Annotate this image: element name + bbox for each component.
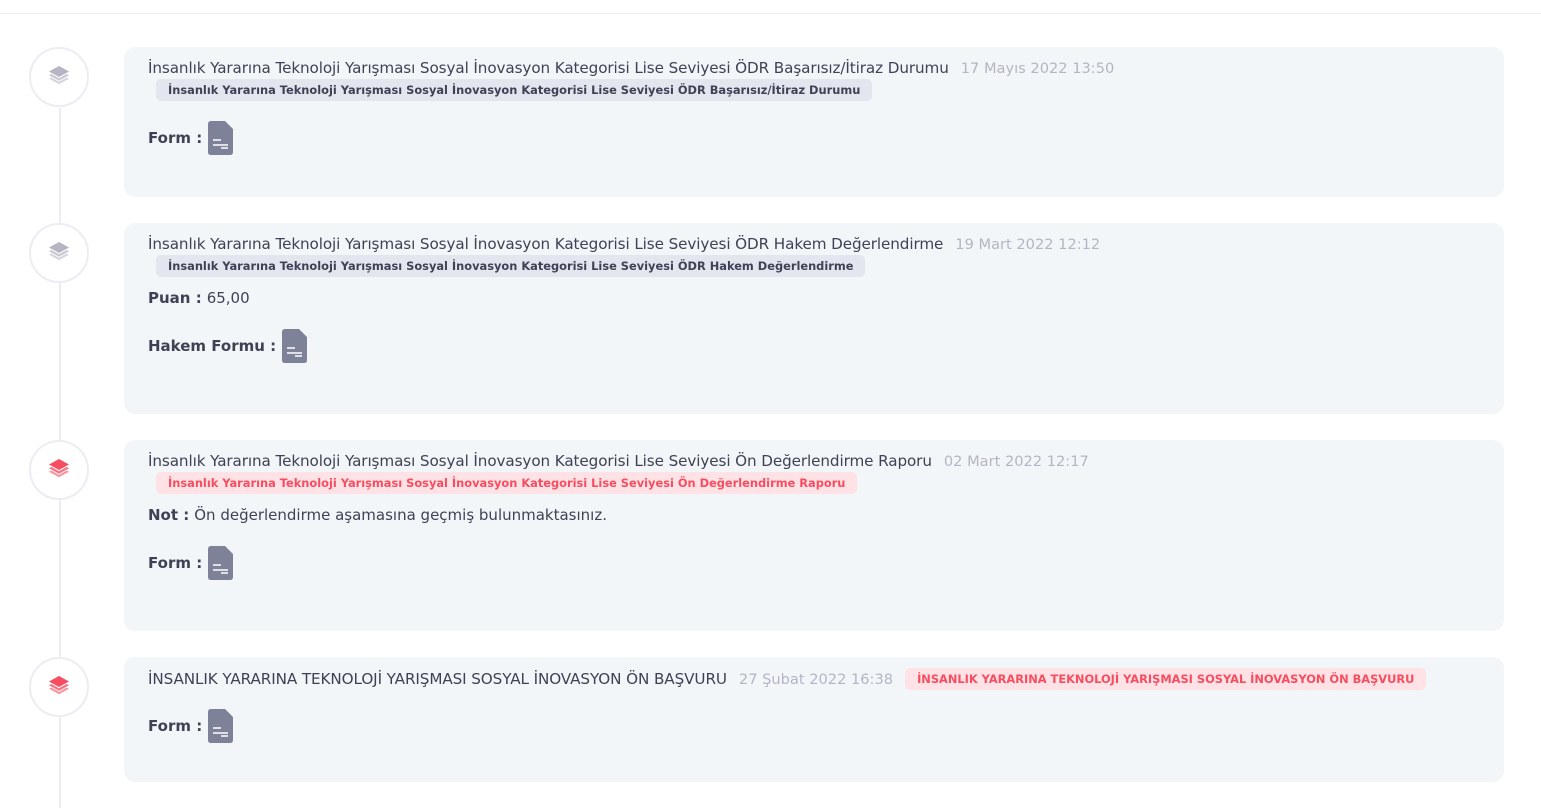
document-icon[interactable]: [208, 546, 234, 580]
timeline-card: İNSANLIK YARARINA TEKNOLOJİ YARIŞMASI SO…: [124, 657, 1504, 782]
timeline-date: 27 Şubat 2022 16:38: [738, 671, 894, 688]
timeline-badge: [29, 223, 89, 283]
timeline-title: İnsanlık Yararına Teknoloji Yarışması So…: [148, 452, 932, 470]
status-label: İnsanlık Yararına Teknoloji Yarışması So…: [156, 255, 866, 277]
form-label: Form :: [148, 129, 203, 147]
layers-icon: [47, 63, 71, 91]
timeline-badge: [29, 47, 89, 107]
form-row: Hakem Formu :: [148, 329, 1480, 363]
score-label: Puan :: [148, 289, 202, 307]
score-value: 65,00: [206, 289, 250, 307]
timeline-date: 19 Mart 2022 12:12: [955, 236, 1101, 253]
timeline: İnsanlık Yararına Teknoloji Yarışması So…: [0, 0, 1541, 808]
layers-icon: [47, 456, 71, 484]
document-icon[interactable]: [282, 329, 308, 363]
status-label: İnsanlık Yararına Teknoloji Yarışması So…: [156, 472, 858, 494]
timeline-badge: [29, 440, 89, 500]
timeline-header: İNSANLIK YARARINA TEKNOLOJİ YARIŞMASI SO…: [148, 668, 1480, 691]
form-label: Hakem Formu :: [148, 337, 277, 355]
status-label: İNSANLIK YARARINA TEKNOLOJİ YARIŞMASI SO…: [905, 668, 1427, 690]
status-label: İnsanlık Yararına Teknoloji Yarışması So…: [156, 79, 873, 101]
layers-icon: [47, 239, 71, 267]
timeline-card: İnsanlık Yararına Teknoloji Yarışması So…: [124, 440, 1504, 631]
note-label: Not :: [148, 506, 190, 524]
timeline-header: İnsanlık Yararına Teknoloji Yarışması So…: [148, 59, 1480, 77]
note-value: Ön değerlendirme aşamasına geçmiş bulunm…: [194, 506, 607, 524]
timeline-header: İnsanlık Yararına Teknoloji Yarışması So…: [148, 235, 1480, 253]
form-label: Form :: [148, 554, 203, 572]
timeline-card: İnsanlık Yararına Teknoloji Yarışması So…: [124, 47, 1504, 197]
form-row: Form :: [148, 546, 1480, 580]
form-row: Form :: [148, 709, 1480, 743]
layers-icon: [47, 673, 71, 701]
note-row: Not : Ön değerlendirme aşamasına geçmiş …: [148, 506, 1480, 524]
document-icon[interactable]: [208, 709, 234, 743]
timeline-date: 02 Mart 2022 12:17: [943, 453, 1089, 470]
timeline-title: İnsanlık Yararına Teknoloji Yarışması So…: [148, 235, 944, 253]
form-label: Form :: [148, 717, 203, 735]
timeline-title: İNSANLIK YARARINA TEKNOLOJİ YARIŞMASI SO…: [148, 670, 727, 688]
timeline-title: İnsanlık Yararına Teknoloji Yarışması So…: [148, 59, 949, 77]
timeline-card: İnsanlık Yararına Teknoloji Yarışması So…: [124, 223, 1504, 414]
document-icon[interactable]: [208, 121, 234, 155]
timeline-header: İnsanlık Yararına Teknoloji Yarışması So…: [148, 452, 1480, 470]
timeline-date: 17 Mayıs 2022 13:50: [960, 60, 1115, 77]
form-row: Form :: [148, 121, 1480, 155]
timeline-badge: [29, 657, 89, 717]
score-row: Puan : 65,00: [148, 289, 1480, 307]
